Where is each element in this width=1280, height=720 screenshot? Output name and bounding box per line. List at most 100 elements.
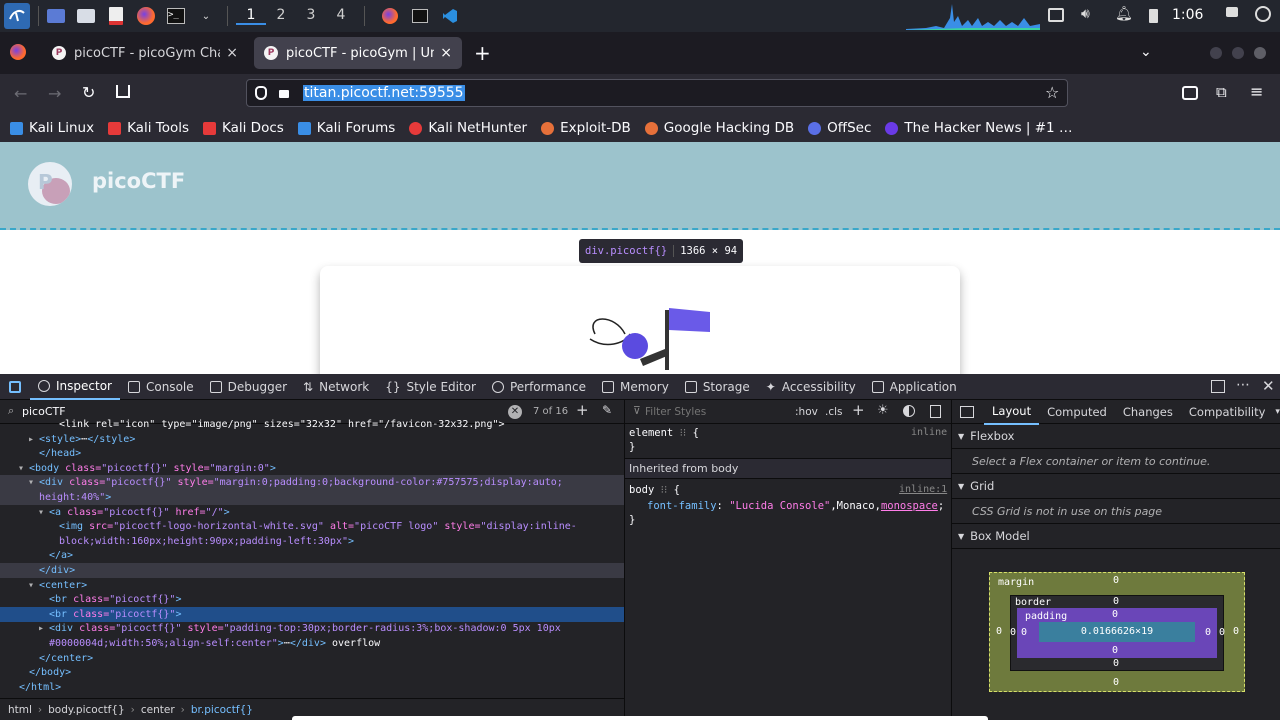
screen-icon[interactable] (1048, 8, 1064, 22)
expand-toggle-icon[interactable]: ▾ (38, 505, 49, 520)
markup-node-line[interactable]: <br class="picoctf{}"> (0, 606, 624, 622)
terminal-window-icon[interactable] (407, 3, 433, 29)
tab-debugger[interactable]: Debugger (202, 374, 295, 400)
list-tabs-chevron-icon[interactable]: ⌄ (1140, 44, 1152, 60)
desktop-icon[interactable] (43, 3, 69, 29)
bookmark-kali-docs[interactable]: Kali Docs (203, 120, 284, 136)
border-left-value[interactable]: 0 (1010, 627, 1016, 638)
element-picker-icon[interactable] (0, 374, 30, 400)
font-family-declaration[interactable]: font-family: "Lucida Console",Monaco,mon… (647, 500, 944, 512)
lock-icon[interactable] (279, 90, 289, 98)
volume-icon[interactable]: 🔊︎ (1081, 6, 1090, 22)
bookmark-offsec[interactable]: OffSec (808, 120, 871, 136)
breadcrumb-body[interactable]: body.picoctf{} (48, 704, 125, 716)
maximize-window-icon[interactable] (1232, 47, 1244, 59)
tab-accessibility[interactable]: ✦ Accessibility (758, 374, 864, 400)
launcher-dropdown-icon[interactable]: ⌄ (193, 3, 219, 29)
firefox-view-icon[interactable] (10, 44, 26, 60)
breadcrumb-br[interactable]: br.picoctf{} (191, 704, 253, 716)
toggle-sidebar-icon[interactable] (960, 405, 974, 418)
picoctf-logo-icon[interactable]: P (28, 162, 72, 206)
padding-left-value[interactable]: 0 (1021, 627, 1027, 638)
box-model-section-header[interactable]: ▼ Box Model (952, 524, 1280, 549)
markup-node-line[interactable]: </head> (0, 446, 624, 461)
margin-left-value[interactable]: 0 (996, 626, 1002, 637)
bookmark-hacker-news[interactable]: The Hacker News | #1 … (885, 120, 1072, 136)
forward-arrow-icon[interactable]: → (48, 84, 61, 103)
url-bar[interactable]: titan.picoctf.net:59555 ☆ (246, 79, 1068, 107)
expand-toggle-icon[interactable]: ▸ (38, 621, 49, 636)
workspace-2[interactable]: 2 (266, 7, 296, 25)
tab-memory[interactable]: Memory (594, 374, 677, 400)
padding-right-value[interactable]: 0 (1205, 627, 1211, 638)
minimize-window-icon[interactable] (1210, 47, 1222, 59)
print-media-icon[interactable] (930, 405, 941, 418)
workspace-1[interactable]: 1 (236, 7, 266, 25)
tab-layout[interactable]: Layout (984, 399, 1040, 425)
grid-section-header[interactable]: ▼ Grid (952, 474, 1280, 499)
dock-side-icon[interactable] (1211, 380, 1225, 393)
tab-compatibility[interactable]: Compatibility (1181, 400, 1274, 424)
more-options-icon[interactable]: ⋯ (1236, 377, 1250, 393)
expand-toggle-icon[interactable]: ▾ (28, 578, 39, 593)
app-menu-icon[interactable]: ≡ (1250, 82, 1263, 101)
markup-node-line[interactable]: ▾ <div class="picoctf{}" style="margin:0;… (0, 475, 624, 491)
tab-storage[interactable]: Storage (677, 374, 758, 400)
box-model-border[interactable]: border 0 0 0 0 padding 0 0 0 0 0.0166626… (1010, 595, 1225, 671)
cls-toggle[interactable]: .cls (825, 406, 843, 418)
markup-node-line[interactable]: <br class="picoctf{}"> (0, 592, 624, 607)
tab-network[interactable]: ⇅ Network (295, 374, 377, 400)
border-right-value[interactable]: 0 (1219, 627, 1225, 638)
close-devtools-icon[interactable]: ✕ (1262, 377, 1275, 395)
power-icon[interactable] (1255, 6, 1271, 22)
flexbox-section-header[interactable]: ▼ Flexbox (952, 424, 1280, 449)
body-rule-selector[interactable]: body (629, 484, 654, 496)
logo-text[interactable]: picoCTF (92, 169, 185, 193)
dark-scheme-icon[interactable] (903, 405, 915, 417)
markup-node-line[interactable]: ▾ <body class="picoctf{}" style="margin:0… (0, 461, 624, 476)
bookmark-kali-nethunter[interactable]: Kali NetHunter (409, 120, 527, 136)
bookmark-kali-forums[interactable]: Kali Forums (297, 120, 395, 136)
eyedropper-icon[interactable]: ✎ (602, 403, 612, 417)
files-icon[interactable] (73, 3, 99, 29)
workspace-3[interactable]: 3 (296, 7, 326, 25)
markup-node-line[interactable]: ▸ <div class="picoctf{}" style="padding-t… (0, 621, 624, 636)
close-tab-icon[interactable]: × (226, 45, 238, 61)
shield-icon[interactable] (255, 86, 267, 100)
markup-node-line[interactable]: ▸ <style>⋯</style> (0, 432, 624, 447)
url-text[interactable]: titan.picoctf.net:59555 (303, 85, 465, 101)
new-tab-icon[interactable]: + (474, 41, 491, 65)
workspace-4[interactable]: 4 (326, 7, 356, 25)
markup-node-line[interactable]: <link rel="icon" type="image/png" sizes=… (0, 417, 624, 432)
clock[interactable]: 1:06 (1172, 7, 1203, 23)
expand-toggle-icon[interactable]: ▸ (28, 432, 39, 447)
terminal-launcher-icon[interactable]: >_ (163, 3, 189, 29)
expand-toggle-icon[interactable]: ▾ (28, 475, 39, 490)
more-tabs-chevron-icon[interactable]: ▾ (1275, 407, 1280, 417)
tab-console[interactable]: Console (120, 374, 202, 400)
tab-changes[interactable]: Changes (1115, 400, 1181, 424)
home-icon[interactable] (116, 85, 130, 98)
box-model-padding[interactable]: padding 0 0 0 0 0.0166626×19 (1017, 608, 1217, 658)
body-rule-source[interactable]: inline:1 (899, 484, 947, 495)
tab-picogym-challenges[interactable]: P picoCTF - picoGym Challenges × (42, 37, 248, 69)
markup-node-line[interactable]: </center> (0, 651, 624, 666)
markup-node-line[interactable]: </body> (0, 665, 624, 680)
breadcrumb-center[interactable]: center (141, 704, 175, 716)
filter-styles-input[interactable] (645, 404, 785, 420)
margin-top-value[interactable]: 0 (1113, 575, 1119, 586)
bookmark-exploit-db[interactable]: Exploit-DB (541, 120, 631, 136)
bookmark-google-hacking-db[interactable]: Google Hacking DB (644, 120, 794, 136)
back-arrow-icon[interactable]: ← (14, 84, 27, 103)
tab-style-editor[interactable]: {} Style Editor (377, 374, 484, 400)
bookmark-kali-tools[interactable]: Kali Tools (108, 120, 189, 136)
expand-toggle-icon[interactable]: ▾ (18, 461, 29, 476)
firefox-launcher-icon[interactable] (133, 3, 159, 29)
tab-picogym-unmatched[interactable]: P picoCTF - picoGym | Unmatched × (254, 37, 462, 69)
notification-bell-icon[interactable]: 🔔︎ (1115, 6, 1133, 22)
element-rule-selector[interactable]: element (629, 427, 673, 439)
lock-icon[interactable] (1226, 7, 1238, 17)
markup-node-line[interactable]: <img src="picoctf-logo-horizontal-white.… (0, 519, 624, 534)
box-model-margin[interactable]: margin 0 0 0 0 border 0 0 0 0 padding 0 … (989, 572, 1245, 692)
breadcrumb-html[interactable]: html (8, 704, 32, 716)
